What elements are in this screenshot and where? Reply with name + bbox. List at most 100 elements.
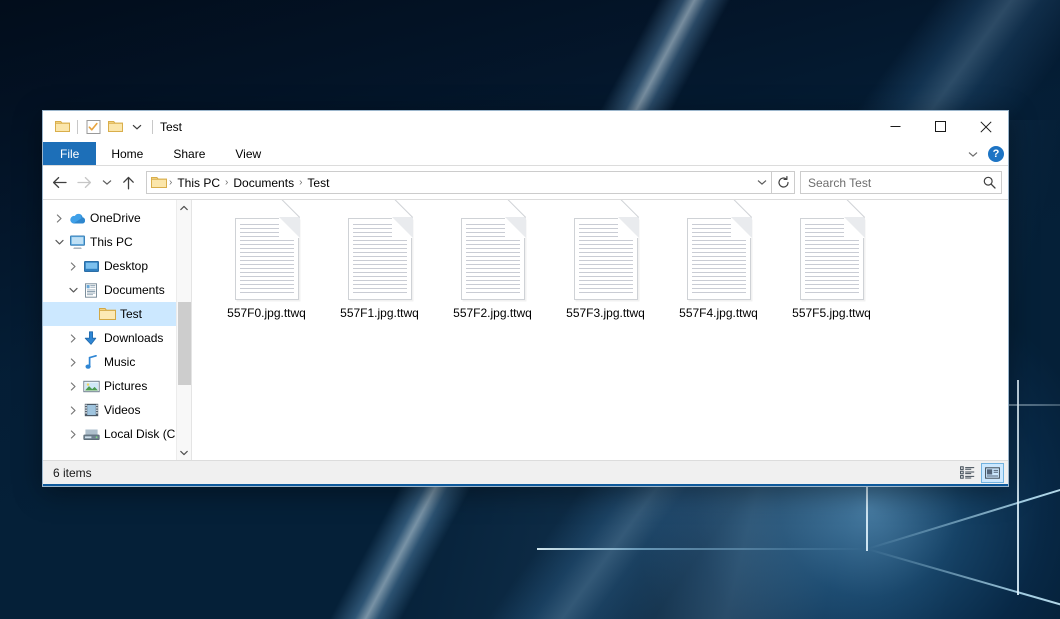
sidebar-item-test[interactable]: Test [43,302,191,326]
tab-file[interactable]: File [43,142,96,165]
sidebar-item-documents[interactable]: Documents [43,278,191,302]
download-icon [81,331,101,346]
qat-separator-1 [77,120,78,134]
drive-icon [81,428,101,441]
tab-share[interactable]: Share [158,142,220,165]
details-view-button[interactable] [956,463,979,483]
generic-document-icon [800,218,864,300]
generic-document-icon [574,218,638,300]
sidebar-item-label: This PC [90,235,133,249]
navigation-bar: › This PC › Documents › Test [43,166,1008,199]
explorer-body: OneDrive This PC [43,199,1008,460]
video-icon [81,403,101,417]
twisty-collapsed-icon[interactable] [65,430,81,439]
expand-ribbon-chevron-down-icon[interactable] [964,151,982,158]
search-input[interactable]: Search Test [800,171,1002,194]
breadcrumb-this-pc[interactable]: This PC [173,176,224,190]
help-icon[interactable]: ? [988,146,1004,162]
wallpaper-ray-left [537,548,867,550]
generic-document-icon [235,218,299,300]
twisty-expanded-icon[interactable] [65,287,81,294]
ribbon-tab-strip: File Home Share View ? [43,142,1008,166]
maximize-button[interactable] [918,111,963,142]
sidebar-item-label: OneDrive [90,211,141,225]
file-item[interactable]: 557F2.jpg.ttwq [436,214,549,326]
qat-separator-2 [152,120,153,134]
twisty-expanded-icon[interactable] [51,239,67,246]
music-icon [81,355,101,370]
generic-document-icon [348,218,412,300]
item-count-label: 6 items [53,466,92,480]
window-controls [873,111,1008,142]
sidebar-item-videos[interactable]: Videos [43,398,191,422]
file-name-label: 557F3.jpg.ttwq [566,306,645,320]
twisty-collapsed-icon[interactable] [65,358,81,367]
sidebar-item-label: Videos [104,403,140,417]
file-list-view[interactable]: 557F0.jpg.ttwq 557F1.jpg.ttwq [191,200,1008,460]
large-icons-view-button[interactable] [981,463,1004,483]
back-button[interactable] [47,170,72,195]
tab-home[interactable]: Home [96,142,158,165]
navigation-pane-scrollbar[interactable] [176,200,191,460]
sidebar-item-this-pc[interactable]: This PC [43,230,191,254]
sidebar-item-desktop[interactable]: Desktop [43,254,191,278]
twisty-collapsed-icon[interactable] [65,262,81,271]
search-icon[interactable] [983,176,996,189]
document-icon [81,283,101,298]
file-item[interactable]: 557F0.jpg.ttwq [210,214,323,326]
sidebar-item-pictures[interactable]: Pictures [43,374,191,398]
file-item[interactable]: 557F1.jpg.ttwq [323,214,436,326]
folder-icon[interactable] [51,116,73,138]
properties-icon[interactable] [82,116,104,138]
close-button[interactable] [963,111,1008,142]
twisty-collapsed-icon[interactable] [51,214,67,223]
recent-locations-chevron-down-icon[interactable] [97,170,116,195]
picture-icon [81,380,101,393]
monitor-icon [67,235,87,249]
scroll-up-arrow-icon[interactable] [177,200,192,215]
search-placeholder: Search Test [808,176,983,190]
quick-access-toolbar: Test [43,116,182,138]
chevron-down-icon[interactable] [126,116,148,138]
refresh-icon[interactable] [772,171,795,194]
twisty-collapsed-icon[interactable] [65,334,81,343]
scrollbar-thumb[interactable] [178,302,191,385]
breadcrumb-test[interactable]: Test [303,176,333,190]
address-bar-tail [753,172,771,193]
file-item[interactable]: 557F3.jpg.ttwq [549,214,662,326]
sidebar-item-label: Documents [104,283,165,297]
file-name-label: 557F1.jpg.ttwq [340,306,419,320]
status-bar: 6 items [43,460,1008,484]
breadcrumb-documents[interactable]: Documents [229,176,298,190]
wallpaper-pane-edge-far [1017,380,1019,595]
sidebar-item-music[interactable]: Music [43,350,191,374]
sidebar-item-label: Pictures [104,379,147,393]
ribbon-right-controls: ? [964,142,1004,166]
desktop: Test File Home Share View [0,0,1060,619]
scroll-down-arrow-icon[interactable] [177,445,192,460]
sidebar-item-label: Music [104,355,135,369]
scrollbar-track[interactable] [177,215,192,445]
generic-document-icon [687,218,751,300]
cloud-icon [67,212,87,225]
up-button[interactable] [116,170,141,195]
twisty-collapsed-icon[interactable] [65,406,81,415]
window-title: Test [160,120,182,134]
new-folder-icon[interactable] [104,116,126,138]
sidebar-item-onedrive[interactable]: OneDrive [43,206,191,230]
file-item[interactable]: 557F4.jpg.ttwq [662,214,775,326]
file-item[interactable]: 557F5.jpg.ttwq [775,214,888,326]
address-dropdown-chevron-down-icon[interactable] [753,172,771,193]
minimize-button[interactable] [873,111,918,142]
generic-document-icon [461,218,525,300]
desktop-icon [81,260,101,273]
navigation-pane: OneDrive This PC [43,200,191,460]
address-bar[interactable]: › This PC › Documents › Test [146,171,772,194]
forward-button[interactable] [72,170,97,195]
view-toggle-group [956,463,1004,483]
sidebar-item-label: Desktop [104,259,148,273]
sidebar-item-downloads[interactable]: Downloads [43,326,191,350]
sidebar-item-local-disk-c[interactable]: Local Disk (C:) [43,422,191,446]
tab-view[interactable]: View [220,142,276,165]
twisty-collapsed-icon[interactable] [65,382,81,391]
